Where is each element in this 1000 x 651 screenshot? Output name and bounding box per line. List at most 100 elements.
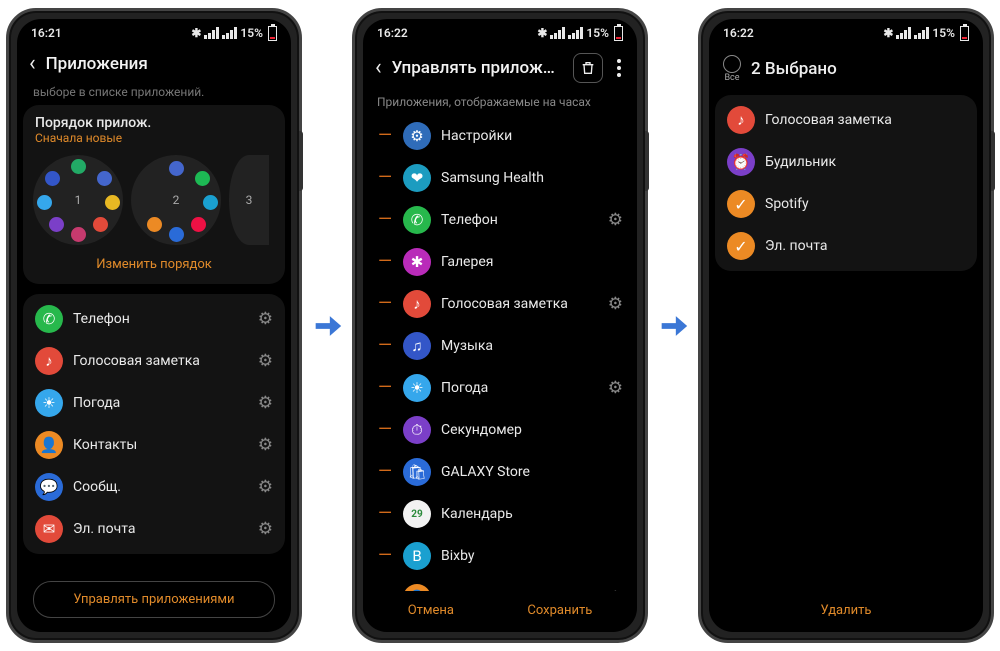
list-item[interactable]: ✓Spotify	[719, 183, 973, 225]
list-item[interactable]: ⏰ Будильник	[719, 141, 973, 183]
app-name: Эл. почта	[73, 521, 248, 537]
delete-button[interactable]: Удалить	[821, 603, 872, 618]
back-icon[interactable]: ‹	[29, 53, 36, 75]
list-item[interactable]: — ⏱ Секундомер	[369, 409, 631, 451]
list-item[interactable]: — ⚙ Настройки	[369, 115, 631, 157]
app-name: GALAXY Store	[441, 464, 623, 480]
drag-handle-icon[interactable]: —	[377, 253, 393, 271]
order-sub: Сначала новые	[35, 131, 273, 145]
drag-handle-icon[interactable]: —	[377, 337, 393, 355]
battery-icon	[614, 26, 623, 41]
more-icon[interactable]	[613, 59, 625, 77]
order-page-2[interactable]: 2	[131, 155, 221, 245]
list-item[interactable]: — ❤ Samsung Health	[369, 157, 631, 199]
app-name: Сообщ.	[73, 479, 248, 495]
back-icon[interactable]: ‹	[375, 57, 382, 79]
app-list: — ⚙ Настройки — ❤ Samsung Health — ✆ Тел…	[369, 115, 631, 591]
list-item[interactable]: ✉ Эл. почта ⚙	[27, 508, 281, 550]
list-item[interactable]: — ♪ Голосовая заметка ⚙	[369, 283, 631, 325]
battery-icon	[268, 26, 277, 41]
phone-2: 16:22 ✱ 15% ‹ Управлять приложения… Прил…	[352, 8, 648, 643]
list-item[interactable]: ✓Эл. почта	[719, 225, 973, 267]
app-icon[interactable]: ♪	[727, 106, 755, 134]
app-icon: 29	[403, 500, 431, 528]
gear-icon[interactable]: ⚙	[608, 294, 623, 314]
list-item[interactable]: ♪Голосовая заметка	[719, 99, 973, 141]
app-name: Телефон	[441, 212, 598, 228]
change-order-link[interactable]: Изменить порядок	[33, 251, 275, 274]
battery-pct: 15%	[586, 26, 609, 40]
signal-icon	[550, 27, 565, 39]
app-name: Секундомер	[441, 422, 623, 438]
list-item[interactable]: — ✆ Телефон ⚙	[369, 199, 631, 241]
gear-icon[interactable]: ⚙	[258, 351, 273, 371]
app-icon[interactable]: ⏰	[727, 148, 755, 176]
section-label: Приложения, отображаемые на часах	[363, 93, 637, 115]
gear-icon[interactable]: ⚙	[258, 477, 273, 497]
order-pages[interactable]: 1 2	[33, 145, 275, 251]
drag-handle-icon[interactable]: —	[377, 421, 393, 439]
order-page-3[interactable]: 3	[229, 155, 269, 245]
drag-handle-icon[interactable]: —	[377, 295, 393, 313]
app-icon: 👤	[35, 431, 63, 459]
list-item[interactable]: — ☀ Погода ⚙	[369, 367, 631, 409]
list-item[interactable]: — 🛍 GALAXY Store	[369, 451, 631, 493]
list-item[interactable]: — 👤 Контакты ⚙	[369, 577, 631, 591]
bluetooth-icon: ✱	[883, 26, 893, 40]
checked-icon[interactable]: ✓	[727, 232, 755, 260]
select-all[interactable]: Все	[723, 55, 741, 83]
app-icon: ❤	[403, 164, 431, 192]
manage-apps-button[interactable]: Управлять приложениями	[33, 581, 275, 618]
clock: 16:21	[31, 26, 62, 40]
app-name: Будильник	[765, 154, 965, 170]
save-button[interactable]: Сохранить	[527, 603, 592, 618]
list-item[interactable]: — B Bixby	[369, 535, 631, 577]
app-icon: ♪	[403, 290, 431, 318]
list-item[interactable]: ✆ Телефон ⚙	[27, 298, 281, 340]
select-all-circle[interactable]	[723, 55, 741, 73]
drag-handle-icon[interactable]: —	[377, 211, 393, 229]
app-name: Погода	[73, 395, 248, 411]
gear-icon[interactable]: ⚙	[608, 378, 623, 398]
gear-icon[interactable]: ⚙	[258, 519, 273, 539]
list-item[interactable]: — ♫ Музыка	[369, 325, 631, 367]
list-item[interactable]: 💬 Сообщ. ⚙	[27, 466, 281, 508]
drag-handle-icon[interactable]: —	[377, 463, 393, 481]
checked-icon[interactable]: ✓	[727, 190, 755, 218]
order-page-1[interactable]: 1	[33, 155, 123, 245]
gear-icon[interactable]: ⚙	[258, 393, 273, 413]
list-item[interactable]: — 29 Календарь	[369, 493, 631, 535]
app-icon: ✱	[403, 248, 431, 276]
signal-icon	[204, 27, 219, 39]
clock: 16:22	[723, 26, 754, 40]
signal-icon-2	[222, 27, 237, 39]
phone-1: 16:21 ✱ 15% ‹ Приложения выборе в списке…	[6, 8, 302, 643]
page-title: Управлять приложения…	[392, 58, 563, 78]
list-item[interactable]: ♪ Голосовая заметка ⚙	[27, 340, 281, 382]
app-name: Голосовая заметка	[441, 296, 598, 312]
list-item[interactable]: — ✱ Галерея	[369, 241, 631, 283]
phone-3: 16:22 ✱ 15% Все 2 Выбрано ♪Голосовая зам…	[698, 8, 994, 643]
cancel-button[interactable]: Отмена	[408, 603, 454, 618]
delete-icon[interactable]	[573, 53, 603, 83]
app-icon: ⚙	[403, 122, 431, 150]
list-item[interactable]: ☀ Погода ⚙	[27, 382, 281, 424]
app-name: Голосовая заметка	[73, 353, 248, 369]
drag-handle-icon[interactable]: —	[377, 547, 393, 565]
drag-handle-icon[interactable]: —	[377, 379, 393, 397]
arrow-icon	[655, 309, 691, 343]
drag-handle-icon[interactable]: —	[377, 127, 393, 145]
bluetooth-icon: ✱	[191, 26, 201, 40]
gear-icon[interactable]: ⚙	[258, 435, 273, 455]
clock: 16:22	[377, 26, 408, 40]
gear-icon[interactable]: ⚙	[608, 210, 623, 230]
list-item[interactable]: 👤 Контакты ⚙	[27, 424, 281, 466]
app-name: Галерея	[441, 254, 623, 270]
drag-handle-icon[interactable]: —	[377, 169, 393, 187]
app-icon: ⏱	[403, 416, 431, 444]
gear-icon[interactable]: ⚙	[258, 309, 273, 329]
app-icon: ✆	[403, 206, 431, 234]
drag-handle-icon[interactable]: —	[377, 505, 393, 523]
hint-text: выборе в списке приложений.	[23, 85, 285, 105]
app-name: Погода	[441, 380, 598, 396]
